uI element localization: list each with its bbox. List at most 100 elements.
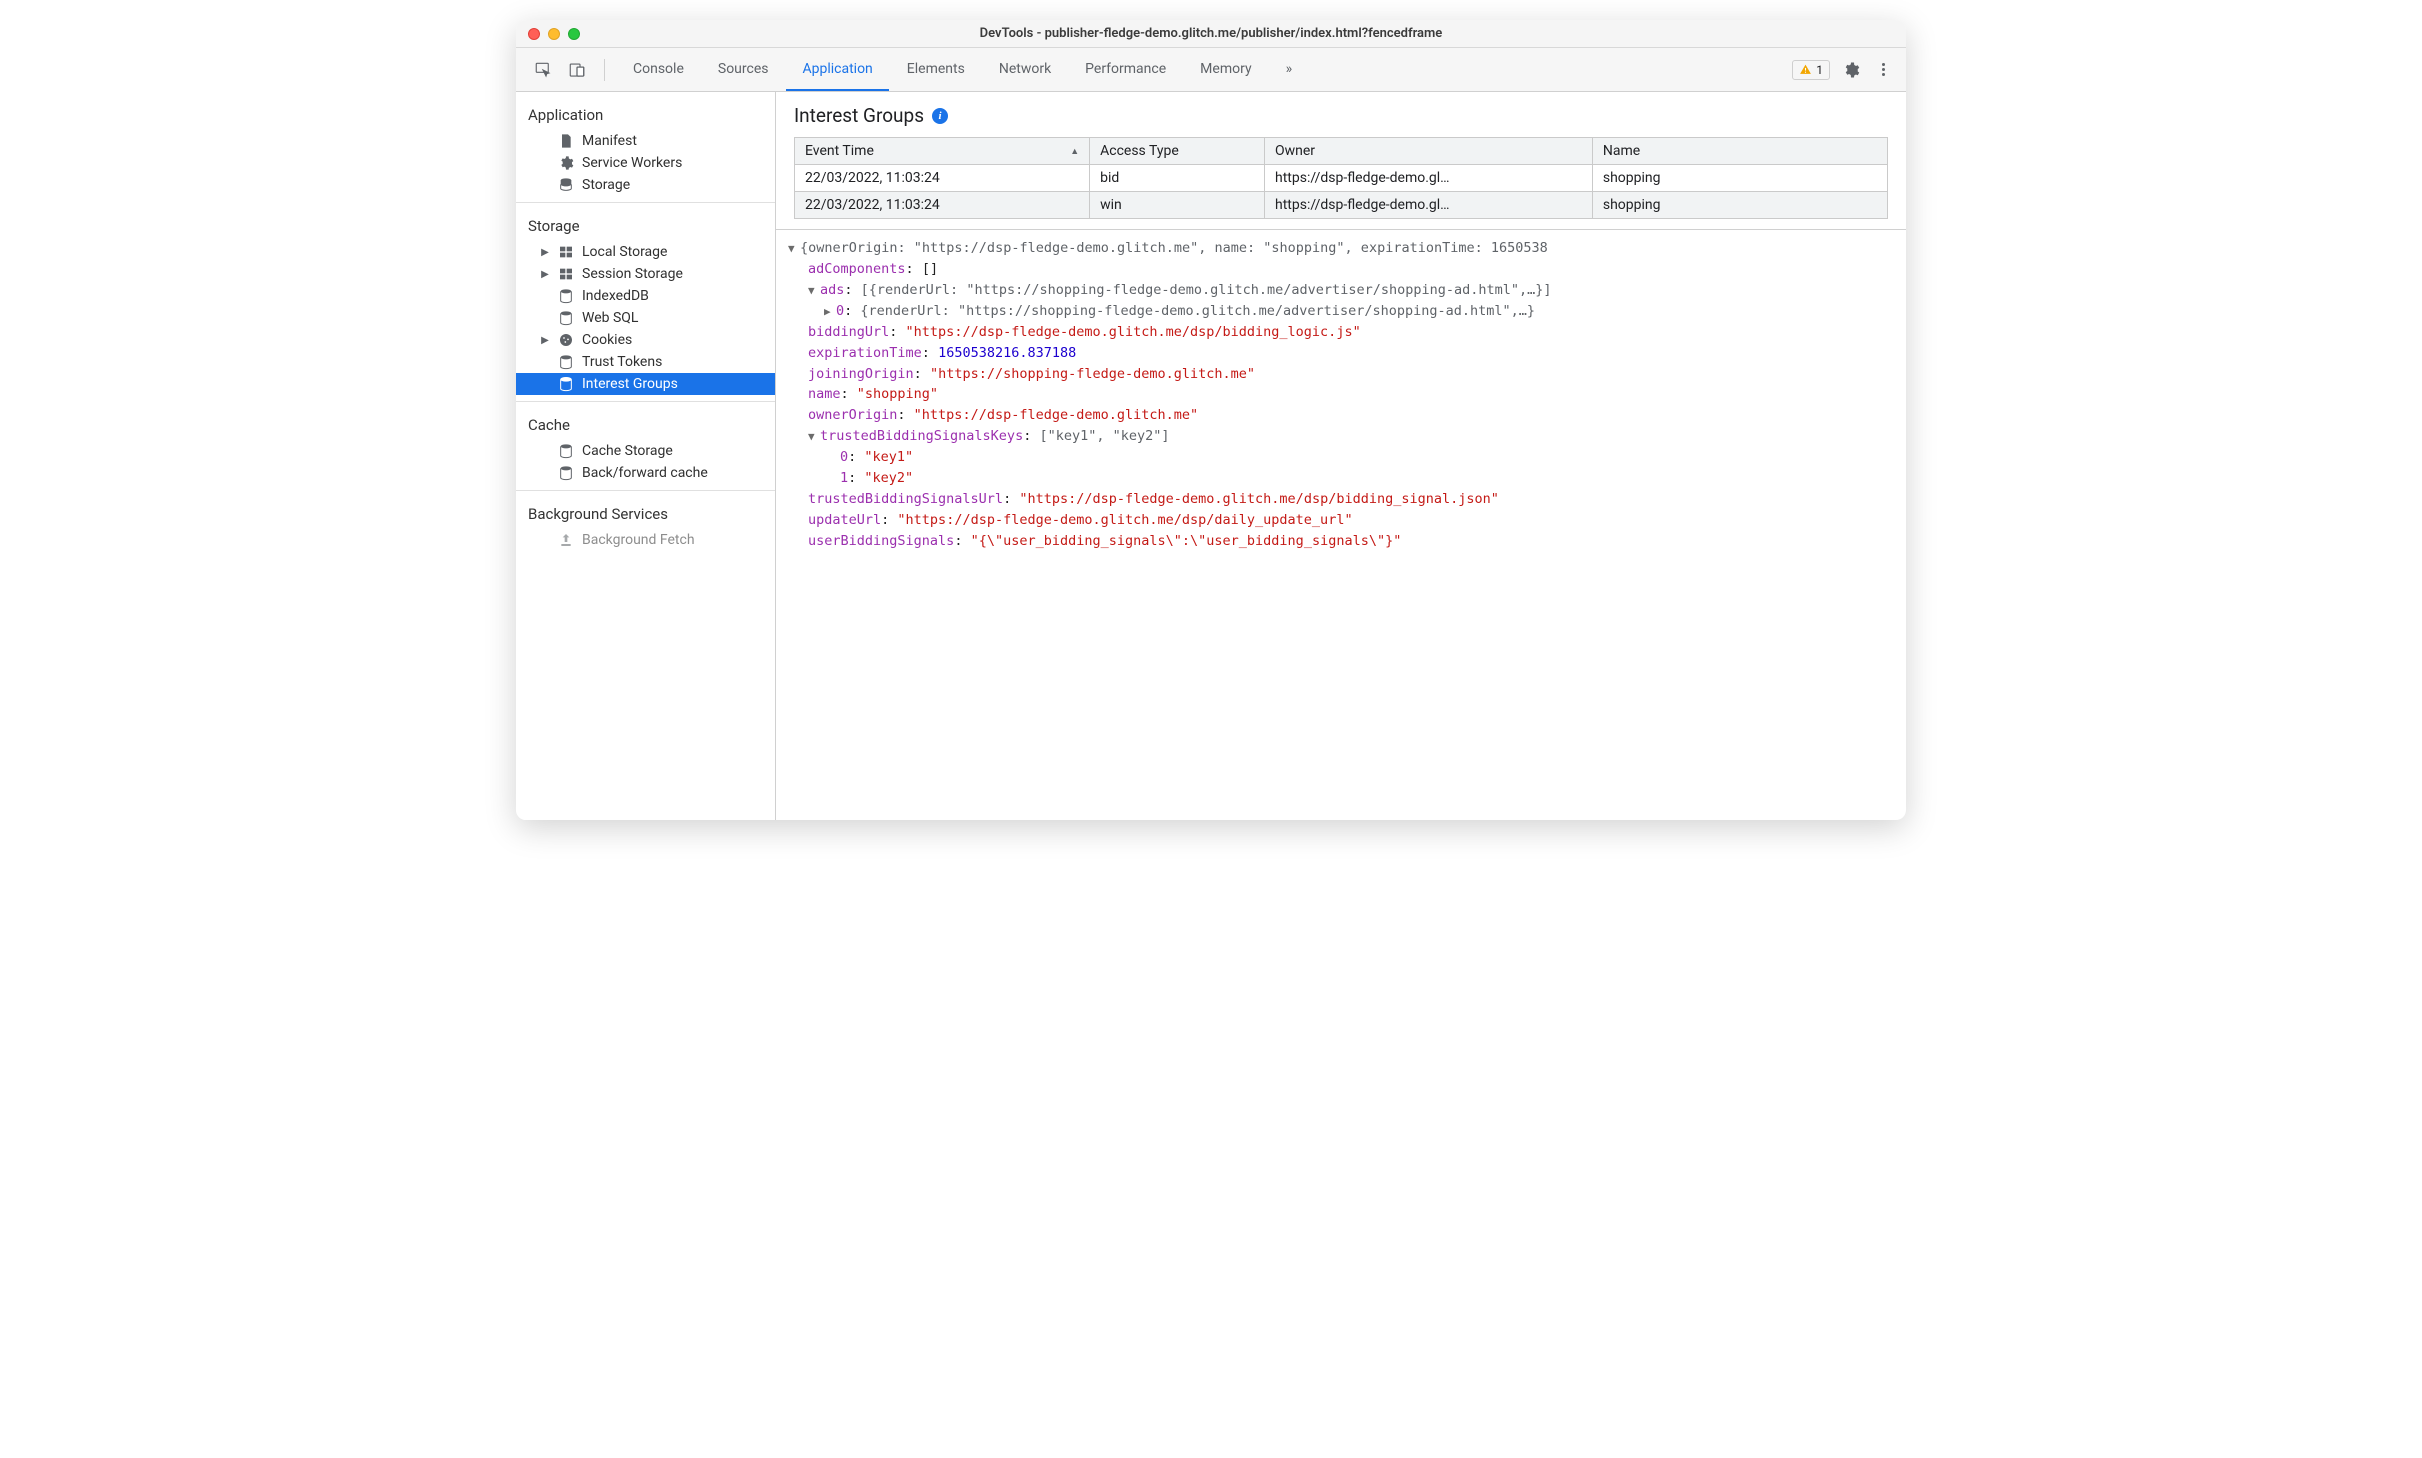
toolbar-right: 1 — [1792, 59, 1894, 81]
gear-icon — [1842, 61, 1860, 79]
warnings-count: 1 — [1816, 63, 1823, 77]
sidebar-item-label: IndexedDB — [582, 288, 649, 304]
table-row[interactable]: 22/03/2022, 11:03:24 win https://dsp-fle… — [795, 192, 1888, 219]
prop-biddingUrl[interactable]: biddingUrl: "https://dsp-fledge-demo.gli… — [788, 322, 1894, 343]
col-label: Name — [1603, 143, 1640, 159]
tab-performance[interactable]: Performance — [1069, 48, 1182, 91]
tab-application[interactable]: Application — [786, 48, 888, 91]
cell-owner: https://dsp-fledge-demo.gl… — [1264, 192, 1592, 219]
prop-userBiddingSignals[interactable]: userBiddingSignals: "{\"user_bidding_sig… — [788, 531, 1894, 552]
table-icon — [558, 266, 574, 282]
sidebar-item-label: Interest Groups — [582, 376, 678, 392]
sidebar-divider — [516, 401, 775, 402]
tab-memory[interactable]: Memory — [1184, 48, 1267, 91]
sidebar-item-session-storage[interactable]: ▶ Session Storage — [516, 263, 775, 285]
sidebar-item-background-fetch[interactable]: ▶ Background Fetch — [516, 529, 775, 551]
col-access-type[interactable]: Access Type — [1090, 138, 1265, 165]
sidebar-item-local-storage[interactable]: ▶ Local Storage — [516, 241, 775, 263]
prop-key0[interactable]: 0: "key1" — [788, 447, 1894, 468]
sidebar-item-service-workers[interactable]: ▶ Service Workers — [516, 152, 775, 174]
prop-trustedBiddingSignalsUrl[interactable]: trustedBiddingSignalsUrl: "https://dsp-f… — [788, 489, 1894, 510]
events-table[interactable]: Event Time▲ Access Type Owner Name 22/03… — [794, 137, 1888, 219]
tab-elements[interactable]: Elements — [891, 48, 981, 91]
sidebar-item-interest-groups[interactable]: ▶ Interest Groups — [516, 373, 775, 395]
col-label: Event Time — [805, 143, 874, 159]
main-toolbar: Console Sources Application Elements Net… — [516, 48, 1906, 92]
expand-icon[interactable]: ▶ — [540, 335, 550, 346]
prop-expirationTime[interactable]: expirationTime: 1650538216.837188 — [788, 343, 1894, 364]
cell-time: 22/03/2022, 11:03:24 — [795, 192, 1090, 219]
col-label: Access Type — [1100, 143, 1179, 159]
storage-icon — [558, 465, 574, 481]
panel-tabs: Console Sources Application Elements Net… — [617, 48, 1788, 91]
storage-icon — [558, 177, 574, 193]
expand-icon[interactable]: ▶ — [540, 247, 550, 258]
main-split: Application ▶ Manifest ▶ Service Workers… — [516, 92, 1906, 820]
sidebar-item-websql[interactable]: ▶ Web SQL — [516, 307, 775, 329]
storage-icon — [558, 310, 574, 326]
minimize-window-button[interactable] — [548, 28, 560, 40]
storage-icon — [558, 376, 574, 392]
col-event-time[interactable]: Event Time▲ — [795, 138, 1090, 165]
sidebar-item-trust-tokens[interactable]: ▶ Trust Tokens — [516, 351, 775, 373]
sidebar-item-bf-cache[interactable]: ▶ Back/forward cache — [516, 462, 775, 484]
section-title-application: Application — [516, 98, 775, 130]
object-inspector[interactable]: ▼{ownerOrigin: "https://dsp-fledge-demo.… — [776, 230, 1906, 820]
col-owner[interactable]: Owner — [1264, 138, 1592, 165]
sidebar-item-label: Background Fetch — [582, 532, 695, 548]
toolbar-separator — [604, 59, 605, 81]
sidebar-item-label: Service Workers — [582, 155, 682, 171]
settings-button[interactable] — [1840, 59, 1862, 81]
col-name[interactable]: Name — [1592, 138, 1887, 165]
sidebar-item-label: Cache Storage — [582, 443, 673, 459]
warnings-badge[interactable]: 1 — [1792, 60, 1830, 80]
maximize-window-button[interactable] — [568, 28, 580, 40]
expand-icon[interactable]: ▶ — [540, 269, 550, 280]
sidebar-item-cache-storage[interactable]: ▶ Cache Storage — [516, 440, 775, 462]
cell-owner: https://dsp-fledge-demo.gl… — [1264, 165, 1592, 192]
tab-console[interactable]: Console — [617, 48, 700, 91]
pane-title: Interest Groups — [794, 104, 924, 127]
prop-joiningOrigin[interactable]: joiningOrigin: "https://shopping-fledge-… — [788, 364, 1894, 385]
prop-name[interactable]: name: "shopping" — [788, 384, 1894, 405]
sidebar-divider — [516, 490, 775, 491]
cell-name: shopping — [1592, 192, 1887, 219]
application-sidebar[interactable]: Application ▶ Manifest ▶ Service Workers… — [516, 92, 776, 820]
section-title-cache: Cache — [516, 408, 775, 440]
sidebar-item-manifest[interactable]: ▶ Manifest — [516, 130, 775, 152]
close-window-button[interactable] — [528, 28, 540, 40]
device-toggle-button[interactable] — [562, 55, 592, 85]
more-menu-button[interactable] — [1872, 59, 1894, 81]
prop-key1[interactable]: 1: "key2" — [788, 468, 1894, 489]
obj-summary[interactable]: ▼{ownerOrigin: "https://dsp-fledge-demo.… — [788, 238, 1894, 259]
prop-adComponents[interactable]: adComponents: [] — [788, 259, 1894, 280]
pane-header: Interest Groups i — [776, 92, 1906, 137]
sidebar-item-label: Cookies — [582, 332, 632, 348]
tab-network[interactable]: Network — [983, 48, 1067, 91]
info-icon[interactable]: i — [932, 108, 948, 124]
sidebar-item-storage-overview[interactable]: ▶ Storage — [516, 174, 775, 196]
sidebar-item-label: Manifest — [582, 133, 637, 149]
prop-trustedBiddingSignalsKeys[interactable]: ▼trustedBiddingSignalsKeys: ["key1", "ke… — [788, 426, 1894, 447]
table-row[interactable]: 22/03/2022, 11:03:24 bid https://dsp-fle… — [795, 165, 1888, 192]
events-table-wrap: Event Time▲ Access Type Owner Name 22/03… — [776, 137, 1906, 229]
tab-overflow[interactable]: » — [1270, 48, 1309, 91]
prop-updateUrl[interactable]: updateUrl: "https://dsp-fledge-demo.glit… — [788, 510, 1894, 531]
prop-ads[interactable]: ▼ads: [{renderUrl: "https://shopping-fle… — [788, 280, 1894, 301]
cookie-icon — [558, 332, 574, 348]
cell-time: 22/03/2022, 11:03:24 — [795, 165, 1090, 192]
tab-sources[interactable]: Sources — [702, 48, 785, 91]
inspect-element-button[interactable] — [528, 55, 558, 85]
table-header-row: Event Time▲ Access Type Owner Name — [795, 138, 1888, 165]
sidebar-item-cookies[interactable]: ▶ Cookies — [516, 329, 775, 351]
table-icon — [558, 244, 574, 260]
sidebar-item-indexeddb[interactable]: ▶ IndexedDB — [516, 285, 775, 307]
file-icon — [558, 133, 574, 149]
window-title: DevTools - publisher-fledge-demo.glitch.… — [516, 26, 1906, 41]
prop-ownerOrigin[interactable]: ownerOrigin: "https://dsp-fledge-demo.gl… — [788, 405, 1894, 426]
prop-ads-0[interactable]: ▶0: {renderUrl: "https://shopping-fledge… — [788, 301, 1894, 322]
sidebar-item-label: Local Storage — [582, 244, 667, 260]
window-titlebar: DevTools - publisher-fledge-demo.glitch.… — [516, 20, 1906, 48]
traffic-lights — [528, 28, 580, 40]
cell-name: shopping — [1592, 165, 1887, 192]
